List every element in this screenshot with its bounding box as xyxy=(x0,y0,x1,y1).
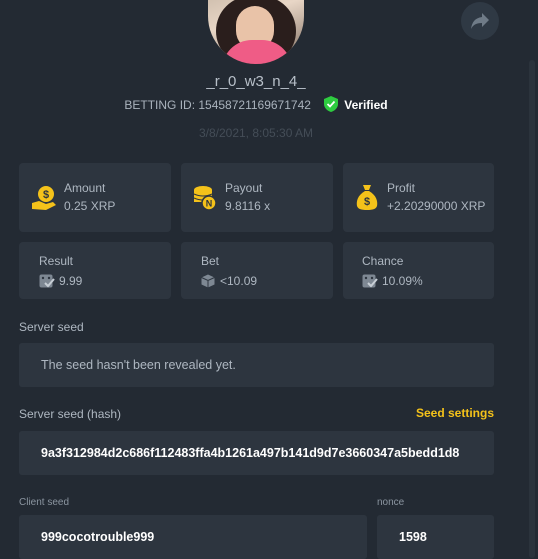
chance-label: Chance xyxy=(362,254,404,268)
profit-card: $ Profit +2.20290000 XRP xyxy=(343,163,494,232)
bet-date: 3/8/2021, 8:05:30 AM xyxy=(198,126,314,140)
bet-value: <10.09 xyxy=(220,274,258,288)
svg-text:$: $ xyxy=(364,196,370,208)
verified-shield-icon xyxy=(324,96,339,112)
bet-label: Bet xyxy=(201,254,220,268)
avatar[interactable] xyxy=(208,0,304,64)
verified-label: Verified xyxy=(344,98,388,112)
server-seed-hash-label: Server seed (hash) xyxy=(19,407,122,421)
bet-card: Bet <10.09 xyxy=(181,242,333,299)
result-value: 9.99 xyxy=(59,274,83,288)
server-seed-label: Server seed xyxy=(19,320,84,334)
seed-settings-link[interactable]: Seed settings xyxy=(416,406,494,420)
betting-id-row: BETTING ID: 15458721169671742 Verified xyxy=(0,96,512,112)
share-icon xyxy=(471,13,489,29)
scrollbar[interactable] xyxy=(529,60,535,558)
betting-id: BETTING ID: 15458721169671742 xyxy=(124,98,311,112)
share-button[interactable] xyxy=(461,2,499,40)
nonce-label: nonce xyxy=(377,497,405,508)
coin-stack-icon: N xyxy=(193,186,217,211)
profit-value: +2.20290000 XRP xyxy=(387,199,486,213)
payout-label: Payout xyxy=(225,181,263,195)
amount-label: Amount xyxy=(64,181,106,195)
svg-text:$: $ xyxy=(43,189,49,201)
svg-text:N: N xyxy=(206,199,213,209)
username: _r_0_w3_n_4_ xyxy=(206,73,306,90)
server-seed-field[interactable]: The seed hasn't been revealed yet. xyxy=(19,343,494,387)
coin-hand-icon: $ xyxy=(32,186,56,210)
payout-card: N Payout 9.8116 x xyxy=(181,163,333,232)
profit-label: Profit xyxy=(387,181,416,195)
result-label: Result xyxy=(39,254,74,268)
chance-value: 10.09% xyxy=(382,274,423,288)
amount-value: 0.25 XRP xyxy=(64,199,116,213)
chance-card: Chance 10.09% xyxy=(343,242,494,299)
server-seed-hash-field[interactable]: 9a3f312984d2c686f112483ffa4b1261a497b141… xyxy=(19,431,494,475)
money-bag-icon: $ xyxy=(356,185,378,210)
client-seed-label: Client seed xyxy=(19,497,70,508)
client-seed-field[interactable]: 999cocotrouble999 xyxy=(19,515,367,559)
dice-check-icon xyxy=(39,274,55,288)
dice-check-icon xyxy=(362,274,378,288)
amount-card: $ Amount 0.25 XRP xyxy=(19,163,171,232)
cube-icon xyxy=(201,274,215,288)
result-card: Result 9.99 xyxy=(19,242,171,299)
nonce-field[interactable]: 1598 xyxy=(377,515,494,559)
payout-value: 9.8116 x xyxy=(225,199,271,213)
